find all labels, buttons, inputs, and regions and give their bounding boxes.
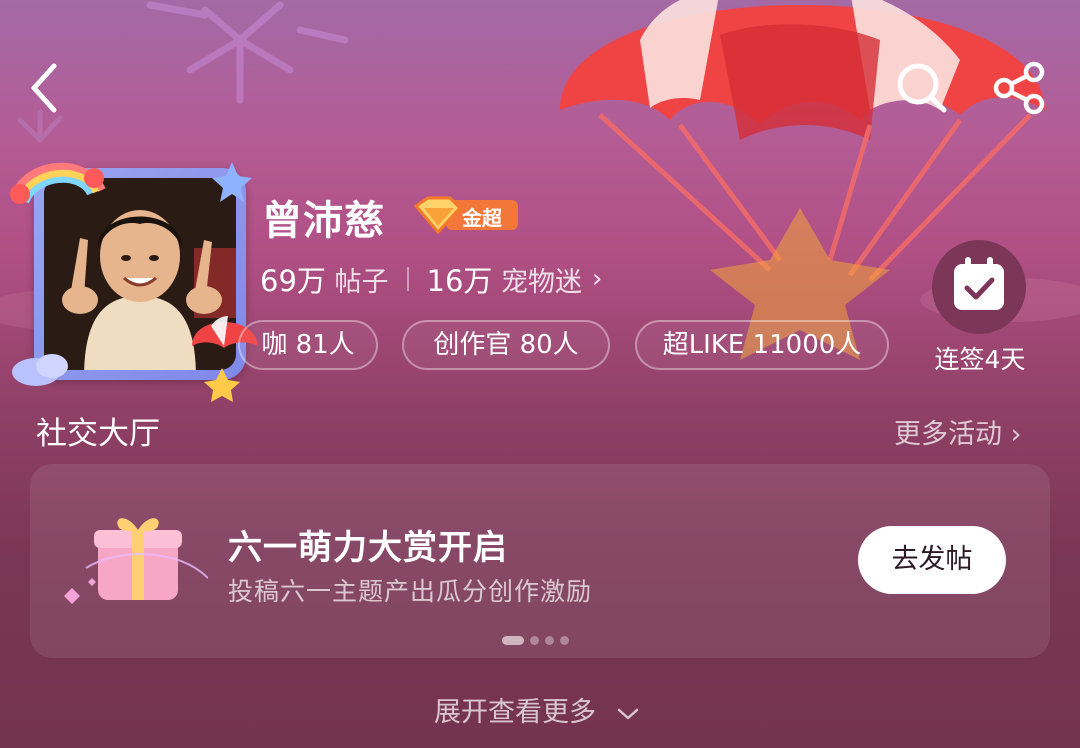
pager-dot bbox=[530, 636, 539, 645]
pill-creator[interactable]: 创作官 80人 bbox=[402, 320, 610, 370]
go-post-button[interactable]: 去发帖 bbox=[858, 526, 1006, 594]
activity-card[interactable]: 六一萌力大赏开启 投稿六一主题产出瓜分创作激励 去发帖 bbox=[30, 464, 1050, 658]
activity-subtitle: 投稿六一主题产出瓜分创作激励 bbox=[228, 577, 593, 606]
stats-divider bbox=[406, 267, 409, 291]
firework-decoration bbox=[146, 1, 349, 104]
posts-stat[interactable]: 69万 帖子 bbox=[260, 258, 389, 300]
more-activities-label: 更多活动 bbox=[894, 419, 1002, 450]
chevron-right-icon: › bbox=[1010, 419, 1022, 450]
share-button[interactable] bbox=[990, 58, 1050, 118]
pager-dot bbox=[502, 636, 524, 645]
avatar[interactable] bbox=[6, 150, 262, 405]
chevron-left-icon bbox=[31, 63, 57, 113]
posts-count: 69万 bbox=[260, 264, 326, 298]
badge-label: 金超 bbox=[462, 206, 502, 230]
carousel-pager[interactable] bbox=[502, 636, 569, 645]
profile-stats: 69万 帖子 16万 宠物迷 › bbox=[260, 258, 602, 300]
pager-dot bbox=[545, 636, 554, 645]
more-activities-link[interactable]: 更多活动 › bbox=[894, 412, 1021, 451]
search-icon bbox=[897, 63, 947, 113]
activity-title: 六一萌力大赏开启 bbox=[228, 528, 508, 568]
expand-more-button[interactable]: 展开查看更多 bbox=[434, 690, 641, 729]
search-button[interactable] bbox=[894, 58, 950, 118]
section-title: 社交大厅 bbox=[36, 416, 160, 452]
expand-more-label: 展开查看更多 bbox=[434, 697, 596, 728]
chevron-right-icon: › bbox=[592, 264, 603, 294]
share-icon bbox=[993, 61, 1045, 115]
avatar-frame-decoration bbox=[10, 162, 258, 402]
checkin-label: 连签4天 bbox=[934, 345, 1026, 374]
back-button[interactable] bbox=[22, 58, 72, 118]
checkin-button[interactable] bbox=[932, 240, 1026, 334]
calendar-check-icon bbox=[954, 257, 1004, 310]
pill-super-like[interactable]: 超LIKE 11000人 bbox=[635, 320, 889, 370]
posts-label: 帖子 bbox=[334, 267, 389, 298]
fans-stat[interactable]: 16万 宠物迷 bbox=[427, 258, 583, 300]
pager-dot bbox=[560, 636, 569, 645]
fans-count: 16万 bbox=[426, 264, 493, 298]
fans-label: 宠物迷 bbox=[501, 267, 582, 298]
gift-icon bbox=[64, 518, 208, 604]
level-badge[interactable]: 金超 bbox=[410, 196, 518, 235]
chevron-down-icon bbox=[617, 708, 638, 719]
profile-name: 曾沛慈 bbox=[262, 198, 385, 244]
pill-ka[interactable]: 咖 81人 bbox=[238, 320, 378, 370]
